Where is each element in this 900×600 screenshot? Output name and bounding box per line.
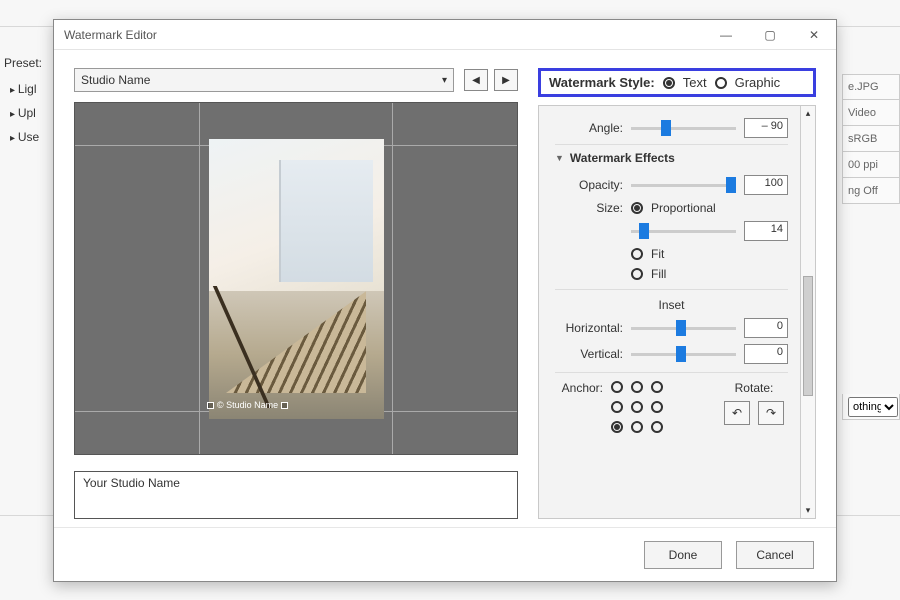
style-graphic-label: Graphic [735,75,781,90]
style-label: Watermark Style: [549,75,655,90]
scroll-up-icon[interactable]: ▴ [801,106,815,121]
vertical-slider[interactable] [631,345,736,363]
example-row: 00 ppi [842,152,900,178]
right-strip: e.JPG Video sRGB 00 ppi ng Off othing [842,74,900,420]
preview-photo [209,139,384,419]
anchor-cell-6[interactable] [611,421,623,433]
size-proportional-label: Proportional [651,201,716,215]
rotate-left-button[interactable]: ↶ [724,401,750,425]
opacity-slider[interactable] [631,176,736,194]
preset-tree: Ligl Upl Use [10,78,39,150]
watermark-text-value: Your Studio Name [83,476,180,490]
example-row: Video [842,100,900,126]
opacity-label: Opacity: [555,178,623,192]
preset-label: Preset: [4,56,42,70]
effects-header[interactable]: ▼ Watermark Effects [555,144,788,169]
anchor-cell-7[interactable] [631,421,643,433]
watermark-sample[interactable]: © Studio Name [207,400,288,410]
cancel-button[interactable]: Cancel [736,541,814,569]
preview-canvas[interactable]: © Studio Name [74,102,518,455]
anchor-label: Anchor: [555,381,603,395]
tree-item[interactable]: Ligl [10,78,39,102]
size-fill-label: Fill [651,267,666,281]
preset-dropdown-value: Studio Name [81,73,150,87]
example-row: e.JPG [842,74,900,100]
watermark-handle-icon[interactable] [281,402,288,409]
maximize-button[interactable]: ▢ [748,20,792,49]
style-graphic-radio[interactable] [715,77,727,89]
size-value[interactable]: 14 [744,221,788,241]
style-text-radio[interactable] [663,77,675,89]
triangle-down-icon: ▼ [555,153,564,163]
dialog-title: Watermark Editor [64,28,157,42]
vertical-label: Vertical: [555,347,623,361]
watermark-handle-icon[interactable] [207,402,214,409]
scroll-down-icon[interactable]: ▾ [801,503,815,518]
size-fit-radio[interactable] [631,248,643,260]
watermark-style-group: Watermark Style: Text Graphic [538,68,816,97]
watermark-text-input[interactable]: Your Studio Name [74,471,518,519]
size-fill-radio[interactable] [631,268,643,280]
horizontal-slider[interactable] [631,319,736,337]
style-text-label: Text [683,75,707,90]
anchor-cell-3[interactable] [611,401,623,413]
example-row: sRGB [842,126,900,152]
angle-slider[interactable] [631,119,736,137]
tree-item[interactable]: Upl [10,102,39,126]
next-image-button[interactable]: ▶ [494,69,518,91]
scrollbar[interactable]: ▴ ▾ [800,106,815,518]
close-button[interactable]: ✕ [792,20,836,49]
anchor-cell-8[interactable] [651,421,663,433]
vertical-value[interactable]: 0 [744,344,788,364]
tree-item[interactable]: Use [10,126,39,150]
size-label: Size: [555,201,623,215]
anchor-cell-0[interactable] [611,381,623,393]
angle-value[interactable]: – 90 [744,118,788,138]
anchor-cell-5[interactable] [651,401,663,413]
opacity-value[interactable]: 100 [744,175,788,195]
example-row: ng Off [842,178,900,204]
rotate-right-button[interactable]: ↷ [758,401,784,425]
scroll-thumb[interactable] [803,276,813,396]
anchor-grid[interactable] [611,381,667,437]
titlebar: Watermark Editor — ▢ ✕ [54,20,836,50]
chevron-down-icon: ▾ [442,75,447,86]
horizontal-label: Horizontal: [555,321,623,335]
size-proportional-radio[interactable] [631,202,643,214]
anchor-cell-4[interactable] [631,401,643,413]
size-fit-label: Fit [651,247,664,261]
inset-label: Inset [555,298,788,312]
watermark-editor-dialog: Watermark Editor — ▢ ✕ Studio Name ▾ ◀ ▶ [53,19,837,582]
postprocess-select[interactable]: othing [842,394,900,420]
anchor-cell-2[interactable] [651,381,663,393]
settings-panel: ▴ ▾ Angle: – 90 ▼ Watermark Effects [538,105,816,519]
preset-dropdown[interactable]: Studio Name ▾ [74,68,454,92]
done-button[interactable]: Done [644,541,722,569]
angle-label: Angle: [555,121,623,135]
minimize-button[interactable]: — [704,20,748,49]
horizontal-value[interactable]: 0 [744,318,788,338]
rotate-label: Rotate: [735,381,774,395]
prev-image-button[interactable]: ◀ [464,69,488,91]
size-slider[interactable] [631,222,736,240]
anchor-cell-1[interactable] [631,381,643,393]
